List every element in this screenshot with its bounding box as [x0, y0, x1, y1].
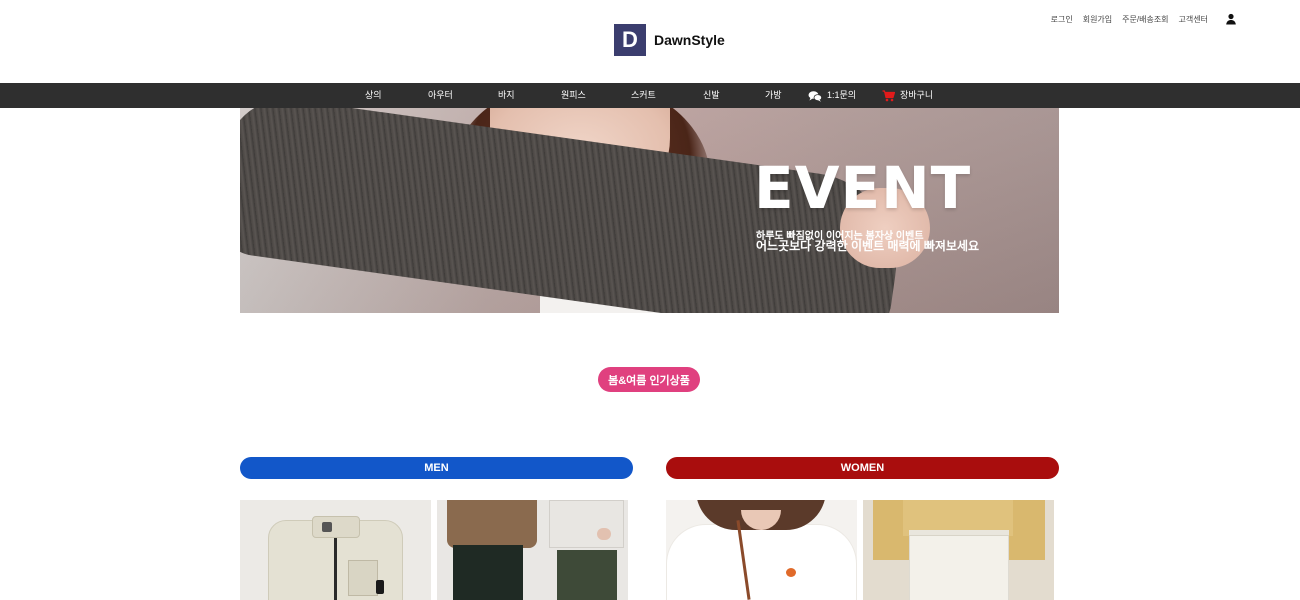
jacket-zipper — [334, 538, 337, 600]
nav-item-bags[interactable]: 가방 — [765, 83, 782, 108]
customer-center-link[interactable]: 고객센터 — [1179, 14, 1208, 25]
nav-item-pants[interactable]: 바지 — [498, 83, 515, 108]
nav-item-inquiry[interactable]: 1:1문의 — [808, 83, 856, 108]
jacket-pull-tab — [376, 580, 384, 594]
nav-item-cart[interactable]: 장바구니 — [882, 83, 933, 108]
event-banner[interactable]: EVENT 하루도 빠짐없이 이어지는 봄자상 이벤트 어느곳보다 강력한 이벤… — [240, 108, 1059, 313]
model-top — [549, 500, 624, 548]
women-category-header[interactable]: WOMEN — [666, 457, 1059, 479]
utility-links: 로그인 회원가입 주문/배송조회 고객센터 — [1051, 12, 1238, 26]
chat-icon — [808, 90, 822, 102]
order-tracking-link[interactable]: 주문/배송조회 — [1122, 14, 1168, 25]
nav-item-outer[interactable]: 아우터 — [428, 83, 453, 108]
login-link[interactable]: 로그인 — [1051, 14, 1073, 25]
model-hand — [597, 528, 611, 540]
jeans-waistband — [909, 530, 1009, 536]
product-thumbnail-men-pants[interactable] — [437, 500, 628, 600]
product-thumbnail-men-jacket[interactable] — [240, 500, 431, 600]
site-logo[interactable]: D DawnStyle — [614, 24, 725, 56]
logo-text: DawnStyle — [654, 32, 725, 48]
cart-icon — [882, 89, 895, 102]
jacket-collar — [312, 516, 360, 538]
tee-logo — [786, 568, 796, 577]
user-icon[interactable] — [1224, 12, 1238, 26]
shirt-sleeve — [1009, 500, 1045, 560]
popular-products-button[interactable]: 봄&여름 인기상품 — [598, 367, 700, 392]
model-top — [447, 500, 537, 548]
model-pants — [557, 550, 617, 600]
logo-mark: D — [614, 24, 646, 56]
nav-item-dress[interactable]: 원피스 — [561, 83, 586, 108]
main-nav: 상의 아우터 바지 원피스 스커트 신발 가방 1:1문의 장바구니 — [0, 83, 1300, 108]
model-pants — [453, 545, 523, 600]
product-thumbnail-women-tee[interactable] — [666, 500, 857, 600]
nav-item-tops[interactable]: 상의 — [365, 83, 382, 108]
men-category-header[interactable]: MEN — [240, 457, 633, 479]
nav-inquiry-label: 1:1문의 — [827, 90, 857, 100]
tee-shape — [666, 524, 857, 600]
nav-item-skirt[interactable]: 스커트 — [631, 83, 656, 108]
banner-title: EVENT — [754, 154, 972, 222]
white-jeans — [909, 530, 1009, 600]
nav-item-shoes[interactable]: 신발 — [703, 83, 720, 108]
jacket-pocket — [348, 560, 378, 596]
signup-link[interactable]: 회원가입 — [1083, 14, 1112, 25]
banner-tagline: 어느곳보다 강력한 이벤트 매력에 빠져보세요 — [756, 239, 980, 253]
jacket-badge — [322, 522, 332, 532]
product-thumbnail-women-jeans[interactable] — [863, 500, 1054, 600]
nav-cart-label: 장바구니 — [900, 90, 934, 100]
